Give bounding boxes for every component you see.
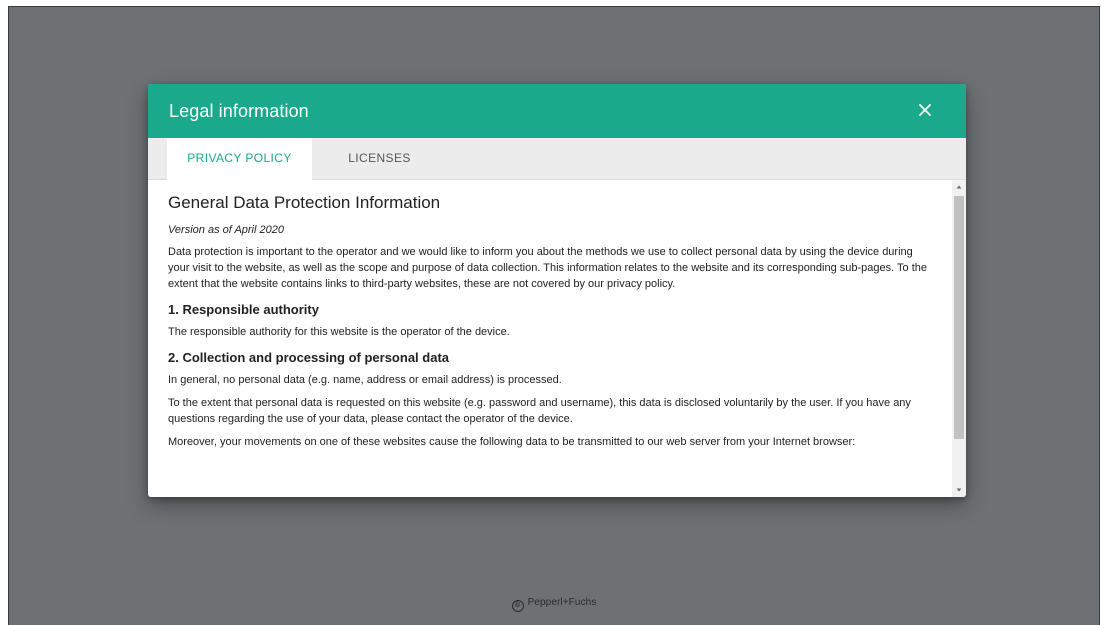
scroll-down-button[interactable]	[952, 483, 966, 497]
close-icon	[919, 104, 931, 116]
scroll-up-button[interactable]	[952, 180, 966, 194]
section-2-paragraph-3: Moreover, your movements on one of these…	[168, 436, 856, 448]
copyright-icon: ©	[511, 600, 524, 612]
footer: © Pepperl+Fuchs	[9, 597, 1099, 612]
page-viewport: Legal information PRIVACY POLICY LICENSE…	[8, 6, 1100, 625]
dialog-title: Legal information	[169, 101, 309, 121]
section-2-paragraph-1: In general, no personal data (e.g. name,…	[168, 374, 562, 386]
close-button[interactable]	[911, 96, 939, 124]
intro-paragraph: Data protection is important to the oper…	[168, 246, 928, 290]
section-2-title: 2. Collection and processing of personal…	[168, 350, 449, 365]
section-1-title: 1. Responsible authority	[168, 302, 319, 317]
privacy-policy-content[interactable]: General Data Protection Information Vers…	[148, 180, 952, 497]
triangle-down-icon	[956, 488, 962, 492]
section-1-text: The responsible authority for this websi…	[168, 326, 510, 338]
triangle-up-icon	[956, 185, 962, 189]
version-text: Version as of April 2020	[168, 224, 284, 236]
vertical-scrollbar[interactable]	[952, 180, 966, 497]
footer-text: Pepperl+Fuchs	[527, 597, 597, 608]
legal-information-dialog: Legal information PRIVACY POLICY LICENSE…	[148, 84, 966, 497]
tab-bar: PRIVACY POLICY LICENSES	[148, 138, 966, 180]
content-heading: General Data Protection Information	[168, 193, 441, 212]
tab-privacy-policy[interactable]: PRIVACY POLICY	[167, 138, 312, 180]
section-2-paragraph-2: To the extent that personal data is requ…	[168, 397, 911, 425]
tab-licenses[interactable]: LICENSES	[312, 138, 447, 180]
content-area: General Data Protection Information Vers…	[148, 180, 966, 497]
dialog-header: Legal information	[148, 84, 966, 138]
scrollbar-thumb[interactable]	[954, 196, 964, 439]
